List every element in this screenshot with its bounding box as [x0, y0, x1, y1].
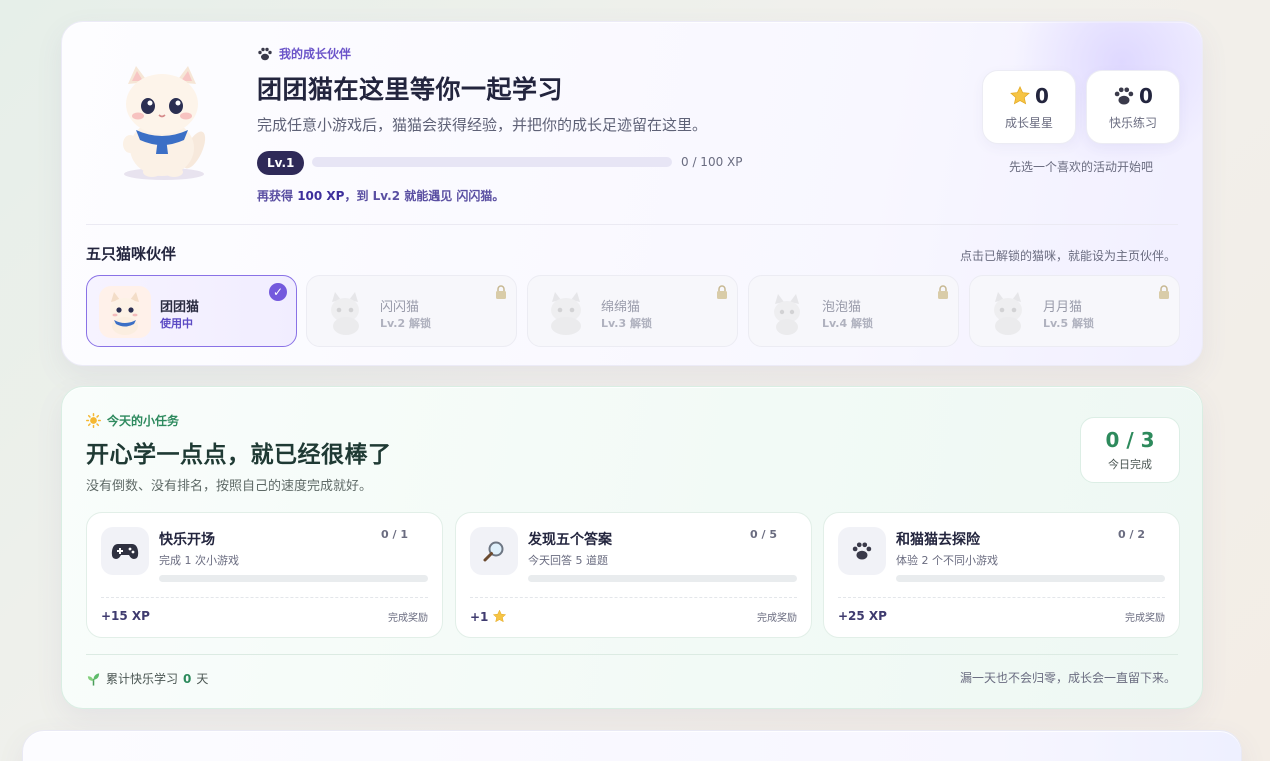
companion-kicker: 我的成长伙伴	[257, 45, 351, 62]
today-complete-label: 今日完成	[1108, 458, 1152, 471]
stat-practice-label: 快乐练习	[1108, 115, 1157, 130]
tasks-footer-note: 漏一天也不会归零，成长会一直留下来。	[959, 671, 1176, 685]
companion-title: 团团猫在这里等你一起学习	[257, 75, 564, 104]
lock-icon	[717, 285, 727, 299]
paw-icon	[1114, 86, 1134, 105]
streak-suffix: 天	[196, 672, 209, 686]
today-complete-value: 0 / 3	[1105, 428, 1155, 452]
cat-status: Lv.2 解锁	[380, 317, 431, 330]
task-progress-bar	[159, 575, 428, 582]
tasks-subtitle: 没有倒数、没有排名，按照自己的速度完成就好。	[86, 479, 373, 494]
tasks-title: 开心学一点点，就已经很棒了	[86, 442, 392, 468]
xp-hint-prefix: 再获得	[257, 189, 298, 203]
stat-stars: 0 成长星星	[982, 70, 1076, 144]
task-count: 0 / 5	[750, 528, 777, 541]
companion-kicker-label: 我的成长伙伴	[279, 47, 352, 61]
next-section-card	[22, 730, 1242, 761]
cat-name: 泡泡猫	[822, 300, 862, 315]
task-count: 0 / 2	[1118, 528, 1145, 541]
task-reward-label: 完成奖励	[757, 613, 797, 624]
task-reward-value: +1	[470, 609, 489, 624]
task-divider	[101, 597, 428, 598]
cat-avatar-icon	[551, 292, 581, 335]
cat-status: Lv.3 解锁	[601, 317, 652, 330]
task-name: 快乐开场	[159, 532, 215, 548]
cat-name: 绵绵猫	[601, 300, 641, 315]
stat-practice-value: 0	[1139, 83, 1153, 108]
stat-stars-label: 成长星星	[1004, 115, 1053, 130]
tasks-divider	[86, 654, 1178, 655]
streak-prefix: 累计快乐学习	[106, 672, 179, 686]
task-divider	[838, 597, 1165, 598]
cat-card-shanshan[interactable]: 闪闪猫 Lv.2 解锁	[306, 275, 517, 347]
cat-status: 使用中	[160, 317, 193, 330]
cat-name: 闪闪猫	[380, 300, 420, 315]
xp-hint: 再获得 100 XP，到 Lv.2 就能遇见 闪闪猫。	[257, 187, 504, 204]
level-badge: Lv.1	[257, 151, 305, 175]
xp-hint-suffix: ，到 Lv.2 就能遇见 闪闪猫。	[344, 189, 505, 203]
task-card-happy-start[interactable]: 快乐开场 完成 1 次小游戏 0 / 1 +15 XP 完成奖励	[86, 512, 443, 638]
cat-status: Lv.5 解锁	[1043, 317, 1094, 330]
task-name: 和猫猫去探险	[896, 532, 980, 548]
cat-card-tuantuan[interactable]: 团团猫 使用中 ✓	[86, 275, 297, 347]
daily-tasks-card: 今天的小任务 开心学一点点，就已经很棒了 没有倒数、没有排名，按照自己的速度完成…	[61, 386, 1203, 709]
task-desc: 今天回答 5 道题	[528, 554, 608, 567]
cats-section-hint: 点击已解锁的猫咪，就能设为主页伙伴。	[959, 249, 1176, 263]
cat-name: 月月猫	[1043, 300, 1083, 315]
stat-stars-value: 0	[1035, 83, 1049, 108]
stats-hint: 先选一个喜欢的活动开始吧	[1009, 160, 1154, 174]
sun-icon	[86, 413, 101, 428]
xp-hint-amount: 100 XP	[297, 189, 345, 203]
companion-subtitle: 完成任意小游戏后，猫猫会获得经验，并把你的成长足迹留在这里。	[257, 116, 708, 134]
task-name: 发现五个答案	[528, 532, 612, 548]
task-count: 0 / 1	[381, 528, 408, 541]
task-card-explore[interactable]: 和猫猫去探险 体验 2 个不同小游戏 0 / 2 +25 XP 完成奖励	[823, 512, 1180, 638]
paw-icon	[258, 47, 272, 60]
task-reward: +25 XP	[838, 609, 887, 623]
companion-card: 我的成长伙伴 团团猫在这里等你一起学习 完成任意小游戏后，猫猫会获得经验，并把你…	[61, 21, 1203, 366]
check-icon: ✓	[269, 283, 287, 301]
tasks-kicker-label: 今天的小任务	[107, 414, 180, 428]
star-icon	[1010, 85, 1030, 104]
lock-icon	[496, 285, 506, 299]
task-card-find-answers[interactable]: 发现五个答案 今天回答 5 道题 0 / 5 +1 完成奖励	[455, 512, 812, 638]
cat-card-mianmian[interactable]: 绵绵猫 Lv.3 解锁	[527, 275, 738, 347]
cat-avatar-icon	[774, 294, 800, 335]
lock-icon	[938, 285, 948, 299]
xp-text: 0 / 100 XP	[681, 155, 743, 169]
streak-counter: 累计快乐学习 0 天	[86, 670, 208, 687]
streak-value: 0	[183, 671, 192, 686]
task-divider	[470, 597, 797, 598]
cat-mascot-image	[123, 66, 206, 180]
task-reward: +1	[470, 609, 507, 624]
task-progress-bar	[528, 575, 797, 582]
cat-name: 团团猫	[160, 300, 200, 315]
cat-card-paopao[interactable]: 泡泡猫 Lv.4 解锁	[748, 275, 959, 347]
gamepad-icon	[101, 527, 149, 575]
tasks-kicker: 今天的小任务	[86, 412, 179, 429]
magnifier-icon	[470, 527, 518, 575]
xp-progress-bar	[312, 157, 672, 167]
cat-status: Lv.4 解锁	[822, 317, 873, 330]
stat-practice: 0 快乐练习	[1086, 70, 1180, 144]
today-complete-box: 0 / 3 今日完成	[1080, 417, 1180, 483]
section-divider	[86, 224, 1178, 225]
task-desc: 完成 1 次小游戏	[159, 554, 239, 567]
lock-icon	[1159, 285, 1169, 299]
paw-icon	[838, 527, 886, 575]
cat-avatar-icon	[99, 286, 151, 338]
cats-section-title: 五只猫咪伙伴	[86, 245, 177, 263]
cat-avatar-icon	[994, 292, 1022, 335]
task-reward: +15 XP	[101, 609, 150, 623]
task-reward-label: 完成奖励	[1125, 613, 1165, 624]
task-progress-bar	[896, 575, 1165, 582]
task-reward-label: 完成奖励	[388, 613, 428, 624]
star-icon	[493, 609, 507, 623]
cat-card-yueyue[interactable]: 月月猫 Lv.5 解锁	[969, 275, 1180, 347]
sprout-icon	[87, 672, 100, 686]
task-desc: 体验 2 个不同小游戏	[896, 554, 998, 567]
cat-avatar-icon	[331, 292, 359, 335]
